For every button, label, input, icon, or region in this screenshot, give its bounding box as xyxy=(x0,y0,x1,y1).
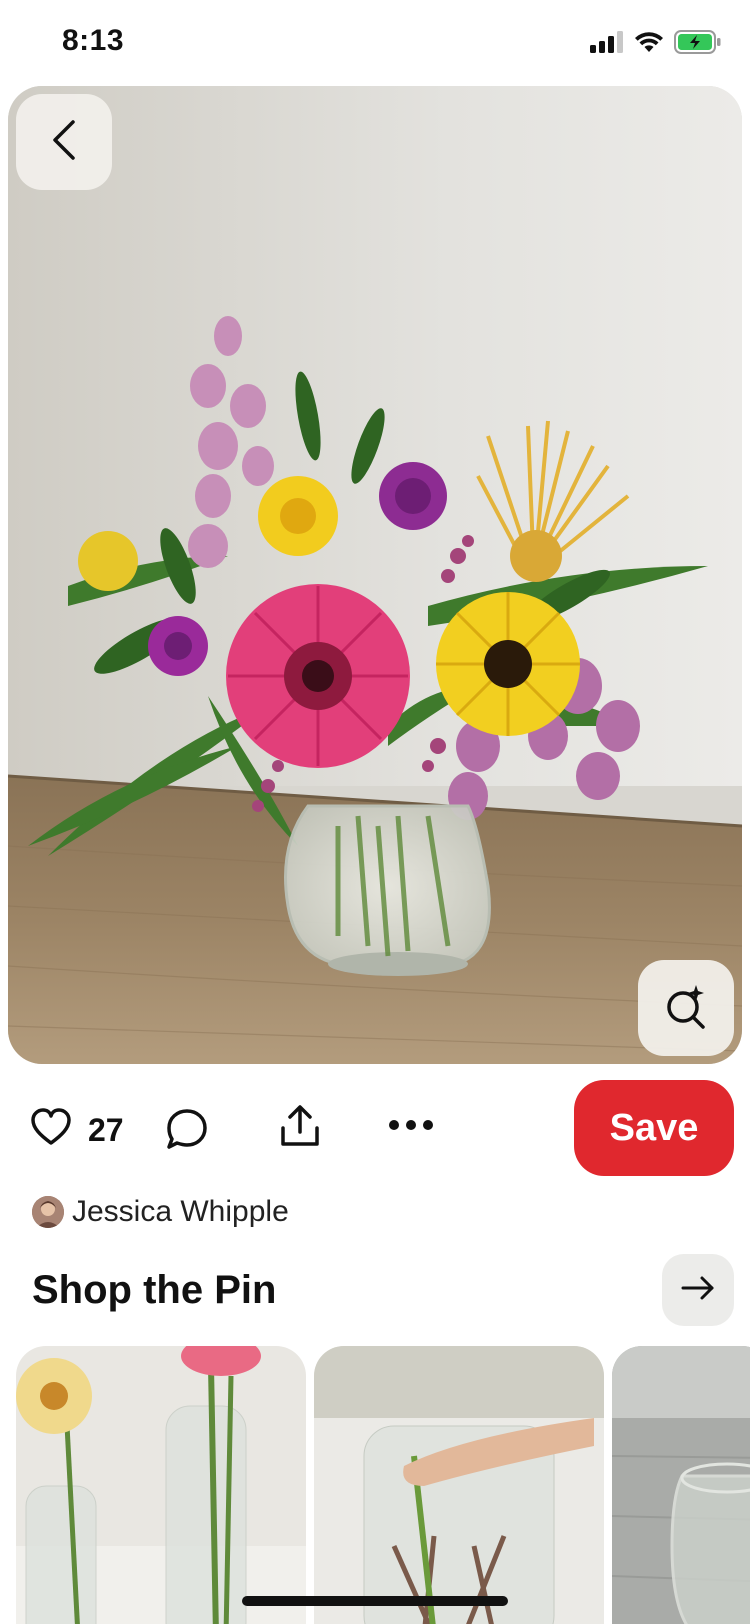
chevron-left-icon xyxy=(49,118,79,167)
creator-row[interactable]: Jessica Whipple xyxy=(32,1194,289,1230)
pin-detail-screen: 8:13 27 Save Jessica Whipple Shop the Pi… xyxy=(0,0,750,1624)
product-card[interactable] xyxy=(612,1346,750,1624)
like-count: 27 xyxy=(88,1112,124,1148)
creator-name[interactable]: Jessica Whipple xyxy=(72,1195,289,1229)
product-image xyxy=(314,1346,604,1624)
save-button[interactable]: Save xyxy=(574,1080,734,1176)
product-card[interactable] xyxy=(16,1346,306,1624)
pin-image[interactable] xyxy=(8,86,742,1064)
arrow-right-icon xyxy=(681,1275,715,1306)
product-image xyxy=(612,1346,750,1624)
heart-icon[interactable] xyxy=(30,1108,72,1151)
visual-search-sparkle-icon xyxy=(663,983,709,1034)
status-icons xyxy=(590,30,722,54)
speech-bubble-icon[interactable] xyxy=(166,1108,208,1155)
home-indicator[interactable] xyxy=(242,1596,508,1606)
product-card[interactable] xyxy=(314,1346,604,1624)
battery-charging-icon xyxy=(674,30,722,54)
status-bar: 8:13 xyxy=(0,0,750,86)
back-button[interactable] xyxy=(16,94,112,190)
status-time: 8:13 xyxy=(62,24,125,57)
shop-the-pin-title: Shop the Pin xyxy=(32,1268,277,1312)
wifi-icon xyxy=(634,31,664,53)
pin-action-bar: 27 Save xyxy=(0,1080,750,1176)
ellipsis-icon[interactable] xyxy=(388,1118,434,1136)
cellular-signal-icon xyxy=(590,31,624,53)
visual-search-button[interactable] xyxy=(638,960,734,1056)
product-image xyxy=(16,1346,306,1624)
shop-see-all-button[interactable] xyxy=(662,1254,734,1326)
share-upload-icon[interactable] xyxy=(278,1104,322,1153)
avatar[interactable] xyxy=(32,1196,64,1228)
